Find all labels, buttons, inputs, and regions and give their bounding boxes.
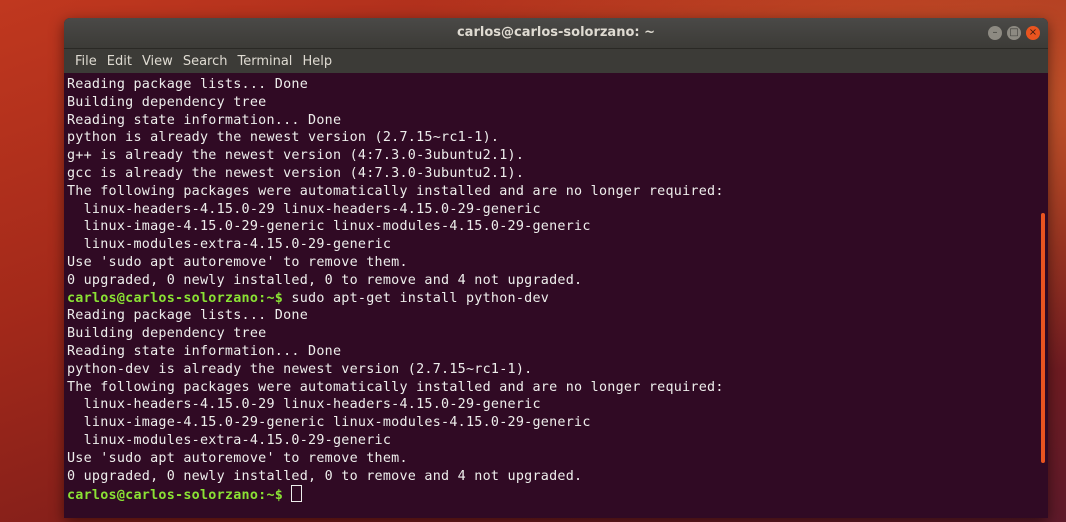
- output-text: linux-modules-extra-4.15.0-29-generic: [67, 237, 392, 253]
- output-line: Reading state information... Done: [67, 343, 1048, 361]
- output-line: Building dependency tree: [67, 94, 1048, 112]
- output-line: 0 upgraded, 0 newly installed, 0 to remo…: [67, 272, 1048, 290]
- output-text: python is already the newest version (2.…: [67, 130, 500, 146]
- close-button[interactable]: ×: [1026, 26, 1040, 40]
- terminal-output[interactable]: Reading package lists... Done Building de…: [64, 73, 1048, 518]
- output-text: linux-image-4.15.0-29-generic linux-modu…: [67, 219, 591, 235]
- output-line: Reading package lists... Done: [67, 76, 1048, 94]
- output-line: gcc is already the newest version (4:7.3…: [67, 165, 1048, 183]
- menu-help[interactable]: Help: [297, 54, 337, 69]
- output-text: 0 upgraded, 0 newly installed, 0 to remo…: [67, 468, 583, 484]
- output-line: linux-headers-4.15.0-29 linux-headers-4.…: [67, 201, 1048, 219]
- output-text: Reading package lists... Done: [67, 308, 309, 324]
- terminal-window[interactable]: carlos@carlos-solorzano: ~ – □ × File Ed…: [64, 18, 1048, 518]
- menu-file[interactable]: File: [70, 54, 102, 69]
- output-line: Use 'sudo apt autoremove' to remove them…: [67, 450, 1048, 468]
- output-line: 0 upgraded, 0 newly installed, 0 to remo…: [67, 468, 1048, 486]
- output-line: python is already the newest version (2.…: [67, 129, 1048, 147]
- output-text: The following packages were automaticall…: [67, 183, 724, 199]
- title-bar[interactable]: carlos@carlos-solorzano: ~ – □ ×: [64, 18, 1048, 49]
- shell-prompt: carlos@carlos-solorzano:~$: [67, 488, 284, 504]
- command-line: carlos@carlos-solorzano:~$: [67, 485, 1048, 505]
- menu-edit[interactable]: Edit: [102, 54, 137, 69]
- output-line: linux-image-4.15.0-29-generic linux-modu…: [67, 218, 1048, 236]
- output-line: python-dev is already the newest version…: [67, 361, 1048, 379]
- command-text: sudo apt-get install python-dev: [283, 290, 550, 306]
- output-line: Reading state information... Done: [67, 112, 1048, 130]
- output-text: The following packages were automaticall…: [67, 379, 724, 395]
- menu-search[interactable]: Search: [178, 54, 233, 69]
- output-line: linux-headers-4.15.0-29 linux-headers-4.…: [67, 396, 1048, 414]
- output-line: linux-image-4.15.0-29-generic linux-modu…: [67, 414, 1048, 432]
- output-text: python-dev is already the newest version…: [67, 361, 533, 377]
- output-line: g++ is already the newest version (4:7.3…: [67, 147, 1048, 165]
- output-line: The following packages were automaticall…: [67, 183, 1048, 201]
- output-text: Use 'sudo apt autoremove' to remove them…: [67, 450, 408, 466]
- output-text: 0 upgraded, 0 newly installed, 0 to remo…: [67, 272, 583, 288]
- text-cursor: [291, 485, 303, 503]
- output-text: Reading state information... Done: [67, 112, 342, 128]
- output-text: linux-image-4.15.0-29-generic linux-modu…: [67, 415, 591, 431]
- menu-view[interactable]: View: [137, 54, 178, 69]
- output-line: Use 'sudo apt autoremove' to remove them…: [67, 254, 1048, 272]
- window-title: carlos@carlos-solorzano: ~: [456, 25, 656, 40]
- maximize-button[interactable]: □: [1007, 26, 1021, 40]
- output-text: Reading package lists... Done: [67, 77, 309, 92]
- menu-bar: File Edit View Search Terminal Help: [64, 49, 1048, 73]
- output-text: linux-headers-4.15.0-29 linux-headers-4.…: [67, 201, 541, 217]
- output-text: Building dependency tree: [67, 326, 267, 342]
- menu-terminal[interactable]: Terminal: [232, 54, 297, 69]
- output-line: The following packages were automaticall…: [67, 379, 1048, 397]
- minimize-button[interactable]: –: [988, 26, 1002, 40]
- output-text: g++ is already the newest version (4:7.3…: [67, 148, 525, 164]
- output-line: Reading package lists... Done: [67, 307, 1048, 325]
- scrollbar[interactable]: [1041, 213, 1045, 463]
- command-text: [283, 488, 291, 503]
- output-line: Building dependency tree: [67, 325, 1048, 343]
- shell-prompt: carlos@carlos-solorzano:~$: [67, 290, 284, 306]
- output-text: Building dependency tree: [67, 94, 267, 110]
- output-text: linux-modules-extra-4.15.0-29-generic: [67, 432, 392, 448]
- output-line: linux-modules-extra-4.15.0-29-generic: [67, 236, 1048, 254]
- output-text: gcc is already the newest version (4:7.3…: [67, 165, 525, 181]
- output-text: linux-headers-4.15.0-29 linux-headers-4.…: [67, 397, 541, 413]
- output-line: linux-modules-extra-4.15.0-29-generic: [67, 432, 1048, 450]
- output-text: Use 'sudo apt autoremove' to remove them…: [67, 254, 408, 270]
- window-controls: – □ ×: [988, 26, 1040, 40]
- command-line: carlos@carlos-solorzano:~$ sudo apt-get …: [67, 290, 1048, 308]
- output-text: Reading state information... Done: [67, 343, 342, 359]
